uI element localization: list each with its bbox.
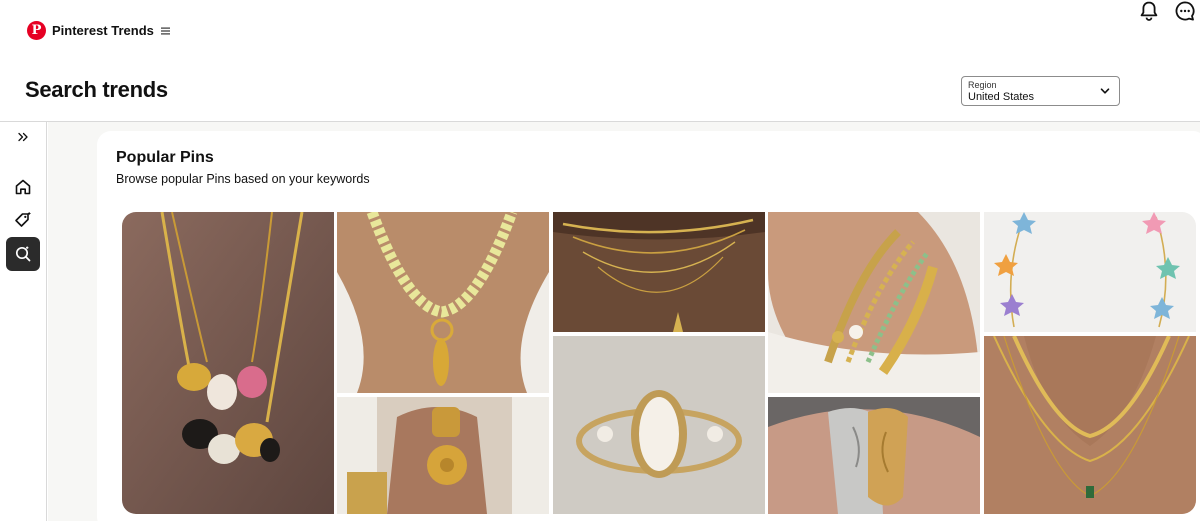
popular-pins-subtitle: Browse popular Pins based on your keywor… bbox=[116, 172, 370, 186]
search-trends-icon bbox=[15, 246, 31, 262]
top-bar: Pinterest Trends bbox=[0, 0, 1200, 60]
tag-sparkle-icon bbox=[15, 212, 31, 227]
pin-image[interactable] bbox=[768, 397, 980, 514]
region-value: United States bbox=[968, 91, 1035, 103]
messages-icon[interactable] bbox=[1174, 0, 1196, 22]
expand-nav-button[interactable] bbox=[6, 120, 40, 154]
expand-chevrons-icon bbox=[18, 132, 28, 142]
pin-image[interactable] bbox=[984, 212, 1196, 332]
nav-search-trends[interactable] bbox=[6, 237, 40, 271]
brand[interactable]: Pinterest Trends bbox=[27, 21, 170, 40]
pin-image[interactable] bbox=[768, 212, 980, 393]
brand-name: Pinterest Trends bbox=[52, 23, 154, 38]
chevron-down-icon bbox=[1100, 88, 1110, 94]
page-title: Search trends bbox=[25, 77, 168, 102]
nav-trends-tags[interactable] bbox=[6, 203, 40, 237]
pinterest-logo-icon bbox=[27, 21, 46, 40]
region-select[interactable]: Region United States bbox=[961, 76, 1120, 106]
notifications-bell-icon[interactable] bbox=[1138, 0, 1160, 22]
pin-image[interactable] bbox=[122, 212, 334, 514]
side-nav bbox=[0, 122, 47, 521]
pin-image[interactable] bbox=[984, 336, 1196, 514]
home-icon bbox=[15, 179, 31, 195]
popular-pins-title: Popular Pins bbox=[116, 149, 214, 166]
pin-image[interactable] bbox=[553, 336, 765, 514]
pin-image[interactable] bbox=[553, 212, 765, 332]
pin-image[interactable] bbox=[337, 212, 549, 393]
nav-home[interactable] bbox=[6, 170, 40, 204]
hamburger-menu-icon[interactable] bbox=[160, 27, 170, 35]
pin-image[interactable] bbox=[337, 397, 549, 514]
region-label: Region bbox=[968, 80, 997, 90]
